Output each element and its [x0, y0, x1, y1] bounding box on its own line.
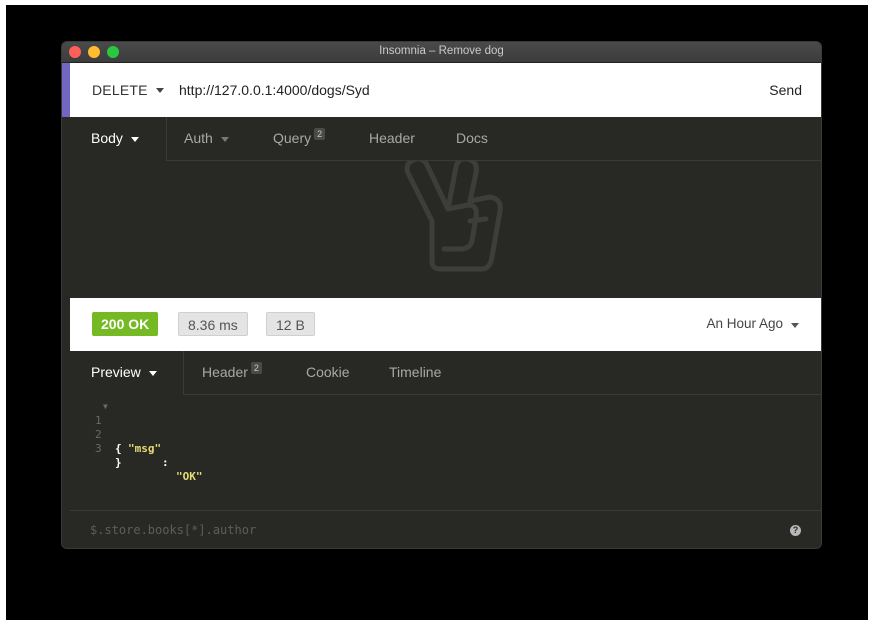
- question-circle-icon[interactable]: ?: [790, 525, 801, 536]
- title-bar: Insomnia – Remove dog: [62, 42, 821, 63]
- request-accent-strip: [62, 63, 70, 117]
- response-size-badge: 12 B: [266, 312, 315, 336]
- history-dropdown[interactable]: An Hour Ago: [706, 316, 783, 331]
- tab-header[interactable]: Header: [369, 117, 415, 160]
- app-window: Insomnia – Remove dog DELETE http://127.…: [62, 42, 821, 548]
- tab-timeline-label: Timeline: [389, 364, 442, 380]
- tab-cookie-label: Cookie: [306, 364, 350, 380]
- tab-response-header-label: Header: [202, 364, 248, 380]
- json-value: "OK": [176, 470, 203, 483]
- url-bar: DELETE http://127.0.0.1:4000/dogs/Syd Se…: [70, 63, 821, 117]
- tab-docs[interactable]: Docs: [456, 117, 488, 160]
- send-button[interactable]: Send: [769, 82, 802, 98]
- tab-body-label: Body: [91, 130, 123, 146]
- chevron-down-icon: [130, 136, 139, 142]
- response-tabs: Preview Header 2 Cookie Timeline: [70, 351, 821, 395]
- tab-header-label: Header: [369, 130, 415, 146]
- url-input[interactable]: http://127.0.0.1:4000/dogs/Syd: [179, 82, 370, 98]
- tab-cookie[interactable]: Cookie: [306, 351, 350, 394]
- json-colon: :: [162, 456, 176, 469]
- chevron-down-icon: [220, 136, 229, 142]
- response-status-bar: 200 OK 8.36 ms 12 B An Hour Ago: [70, 298, 821, 351]
- chevron-down-icon[interactable]: [156, 88, 164, 93]
- response-time-badge: 8.36 ms: [178, 312, 248, 336]
- request-body-empty-state: [70, 161, 821, 298]
- header-count-badge: 2: [250, 362, 262, 374]
- method-dropdown[interactable]: DELETE: [92, 82, 148, 98]
- tab-timeline[interactable]: Timeline: [389, 351, 441, 394]
- status-badge: 200 OK: [92, 312, 159, 336]
- tab-preview[interactable]: Preview: [91, 351, 157, 394]
- response-preview[interactable]: 1 ▼ { 2 "msg" : "OK" 3 }: [70, 395, 821, 510]
- json-brace: {: [115, 442, 122, 455]
- code-line: 3 }: [70, 428, 122, 469]
- json-key: "msg": [128, 442, 162, 455]
- json-brace: }: [115, 456, 122, 469]
- peace-hand-icon: [404, 161, 503, 272]
- tab-response-header[interactable]: Header 2: [202, 351, 262, 394]
- filter-input[interactable]: [90, 522, 690, 538]
- tab-query[interactable]: Query 2: [273, 117, 326, 160]
- code-line: 1 ▼ {: [70, 400, 122, 455]
- line-number: 3: [95, 442, 102, 455]
- tab-auth[interactable]: Auth: [184, 117, 229, 160]
- window-title: Insomnia – Remove dog: [379, 45, 504, 57]
- response-filter-bar: ?: [70, 510, 821, 548]
- query-count-badge: 2: [314, 128, 326, 140]
- tab-preview-label: Preview: [91, 364, 141, 380]
- tab-body[interactable]: Body: [91, 117, 139, 160]
- tab-query-label: Query: [273, 130, 312, 146]
- request-tabs: Body Auth Query 2 Header Docs: [70, 117, 821, 161]
- chevron-down-icon[interactable]: [791, 323, 799, 328]
- chevron-down-icon: [148, 370, 157, 376]
- fold-arrow-icon[interactable]: ▼: [103, 400, 108, 414]
- tab-docs-label: Docs: [456, 130, 488, 146]
- code-line: 2 "msg" : "OK": [70, 414, 203, 483]
- tab-auth-label: Auth: [184, 130, 213, 146]
